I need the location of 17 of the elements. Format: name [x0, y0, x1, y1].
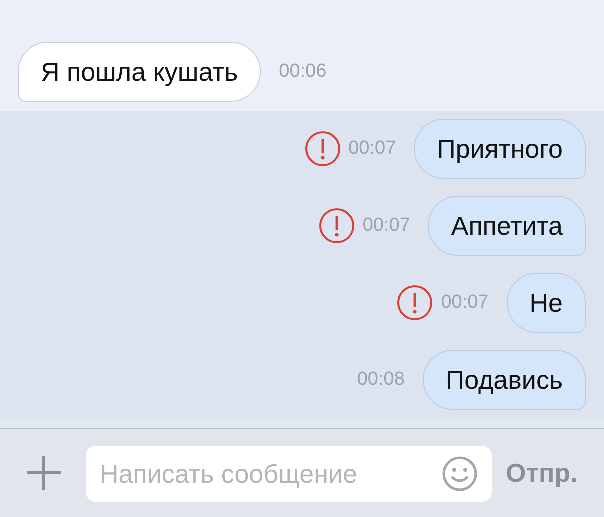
message-time: 00:07 — [348, 138, 396, 160]
message-time: 00:06 — [279, 61, 327, 83]
error-icon[interactable] — [397, 285, 434, 321]
message-bubble: Подавись — [422, 350, 586, 410]
message-bubble: Аппетита — [428, 196, 586, 256]
error-icon[interactable] — [318, 208, 355, 244]
message-bubble: Я пошла кушать — [18, 42, 262, 102]
message-time: 00:07 — [441, 292, 489, 314]
message-input[interactable]: Написать сообщение — [86, 446, 492, 502]
error-icon[interactable] — [304, 131, 341, 167]
smiley-icon[interactable] — [442, 456, 478, 492]
message-bubble: Приятного — [414, 119, 586, 179]
plus-icon[interactable] — [26, 455, 62, 491]
message-time: 00:08 — [357, 369, 405, 391]
message-bubble: Не — [506, 273, 586, 333]
message-time: 00:07 — [362, 215, 410, 237]
send-button[interactable]: Отпр. — [506, 458, 578, 488]
